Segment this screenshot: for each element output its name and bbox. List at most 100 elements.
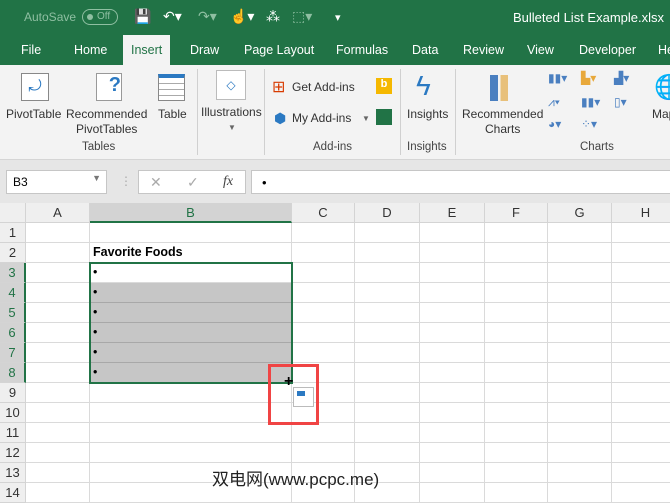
row-header-9[interactable]: 9 [0, 383, 26, 403]
people-graph-icon[interactable] [376, 109, 392, 125]
cell-G4[interactable] [548, 283, 612, 303]
tab-formulas[interactable]: Formulas [336, 35, 388, 65]
row-header-12[interactable]: 12 [0, 443, 26, 463]
column-header-B[interactable]: B [90, 203, 292, 223]
cell-E14[interactable] [420, 483, 485, 503]
cell-H5[interactable] [612, 303, 670, 323]
row-header-2[interactable]: 2 [0, 243, 26, 263]
cell-A7[interactable] [26, 343, 90, 363]
cell-B6[interactable]: • [90, 323, 292, 343]
row-header-10[interactable]: 10 [0, 403, 26, 423]
cell-A9[interactable] [26, 383, 90, 403]
combo-chart-icon[interactable]: ▯▾ [614, 95, 627, 109]
enter-icon[interactable]: ✓ [187, 174, 199, 191]
cell-F13[interactable] [485, 463, 548, 483]
insights-button[interactable]: Insights [407, 107, 448, 122]
waterfall-chart-icon[interactable]: ▟▾ [614, 71, 629, 85]
cell-H3[interactable] [612, 263, 670, 283]
illustrations-button[interactable]: Illustrations [201, 105, 262, 120]
cell-G13[interactable] [548, 463, 612, 483]
cell-G12[interactable] [548, 443, 612, 463]
column-chart-icon[interactable]: ▮▮▾ [548, 71, 567, 85]
cell-B10[interactable] [90, 403, 292, 423]
statistic-chart-icon[interactable]: ▮▮▾ [581, 95, 600, 109]
recommended-pivottables-button[interactable]: Recommended PivotTables [66, 107, 147, 137]
cell-F6[interactable] [485, 323, 548, 343]
cell-G3[interactable] [548, 263, 612, 283]
cell-C3[interactable] [292, 263, 355, 283]
customize-qat-icon[interactable]: ▾ [335, 11, 341, 24]
tab-home[interactable]: Home [74, 35, 107, 65]
cell-B12[interactable] [90, 443, 292, 463]
cell-G6[interactable] [548, 323, 612, 343]
table-button[interactable]: Table [158, 107, 187, 122]
row-header-11[interactable]: 11 [0, 423, 26, 443]
cell-A4[interactable] [26, 283, 90, 303]
bing-maps-icon[interactable]: b [376, 78, 392, 94]
cell-E6[interactable] [420, 323, 485, 343]
cell-G8[interactable] [548, 363, 612, 383]
cell-D3[interactable] [355, 263, 420, 283]
cell-H8[interactable] [612, 363, 670, 383]
row-header-3[interactable]: 3 [0, 263, 26, 283]
cell-A13[interactable] [26, 463, 90, 483]
row-header-7[interactable]: 7 [0, 343, 26, 363]
name-box[interactable]: B3 ▼ [6, 170, 107, 194]
cell-G14[interactable] [548, 483, 612, 503]
redo-icon[interactable]: ↷▾ [198, 8, 217, 25]
cell-B11[interactable] [90, 423, 292, 443]
cell-F1[interactable] [485, 223, 548, 243]
cell-D4[interactable] [355, 283, 420, 303]
cell-D11[interactable] [355, 423, 420, 443]
cell-F2[interactable] [485, 243, 548, 263]
insert-function-icon[interactable]: fx [223, 174, 233, 190]
hierarchy-icon[interactable]: ⁂ [266, 8, 280, 25]
tab-data[interactable]: Data [412, 35, 438, 65]
pivottable-button[interactable]: PivotTable [6, 107, 61, 122]
cell-A8[interactable] [26, 363, 90, 383]
row-header-4[interactable]: 4 [0, 283, 26, 303]
cell-C2[interactable] [292, 243, 355, 263]
cell-A11[interactable] [26, 423, 90, 443]
cancel-icon[interactable]: ✕ [150, 174, 162, 191]
cell-C12[interactable] [292, 443, 355, 463]
cell-F11[interactable] [485, 423, 548, 443]
hierarchy-chart-icon[interactable]: ▙▾ [581, 71, 596, 85]
cell-E13[interactable] [420, 463, 485, 483]
autosave-toggle[interactable]: Off [82, 9, 118, 25]
cell-E11[interactable] [420, 423, 485, 443]
cell-E4[interactable] [420, 283, 485, 303]
tab-developer[interactable]: Developer [579, 35, 636, 65]
row-header-13[interactable]: 13 [0, 463, 26, 483]
cell-F3[interactable] [485, 263, 548, 283]
my-addins-dropdown-icon[interactable]: ▼ [362, 111, 370, 126]
column-header-C[interactable]: C [292, 203, 355, 223]
column-header-A[interactable]: A [26, 203, 90, 223]
cell-C5[interactable] [292, 303, 355, 323]
cell-H13[interactable] [612, 463, 670, 483]
cell-B2[interactable]: Favorite Foods [90, 243, 292, 263]
cell-E10[interactable] [420, 403, 485, 423]
cell-F14[interactable] [485, 483, 548, 503]
tab-page-layout[interactable]: Page Layout [244, 35, 314, 65]
cell-H11[interactable] [612, 423, 670, 443]
cell-D2[interactable] [355, 243, 420, 263]
row-header-8[interactable]: 8 [0, 363, 26, 383]
cell-D12[interactable] [355, 443, 420, 463]
cell-F7[interactable] [485, 343, 548, 363]
cell-F5[interactable] [485, 303, 548, 323]
cell-B4[interactable]: • [90, 283, 292, 303]
cell-D9[interactable] [355, 383, 420, 403]
column-header-D[interactable]: D [355, 203, 420, 223]
cell-B7[interactable]: • [90, 343, 292, 363]
cell-A2[interactable] [26, 243, 90, 263]
cell-E5[interactable] [420, 303, 485, 323]
tab-help[interactable]: He [658, 35, 670, 65]
save-icon[interactable]: 💾 [134, 8, 151, 25]
scatter-chart-icon[interactable]: ⁘▾ [581, 117, 597, 131]
shape-icon[interactable]: ⬚▾ [292, 8, 312, 25]
chevron-down-icon[interactable]: ▼ [92, 173, 101, 183]
row-header-5[interactable]: 5 [0, 303, 26, 323]
column-header-E[interactable]: E [420, 203, 485, 223]
cell-E9[interactable] [420, 383, 485, 403]
